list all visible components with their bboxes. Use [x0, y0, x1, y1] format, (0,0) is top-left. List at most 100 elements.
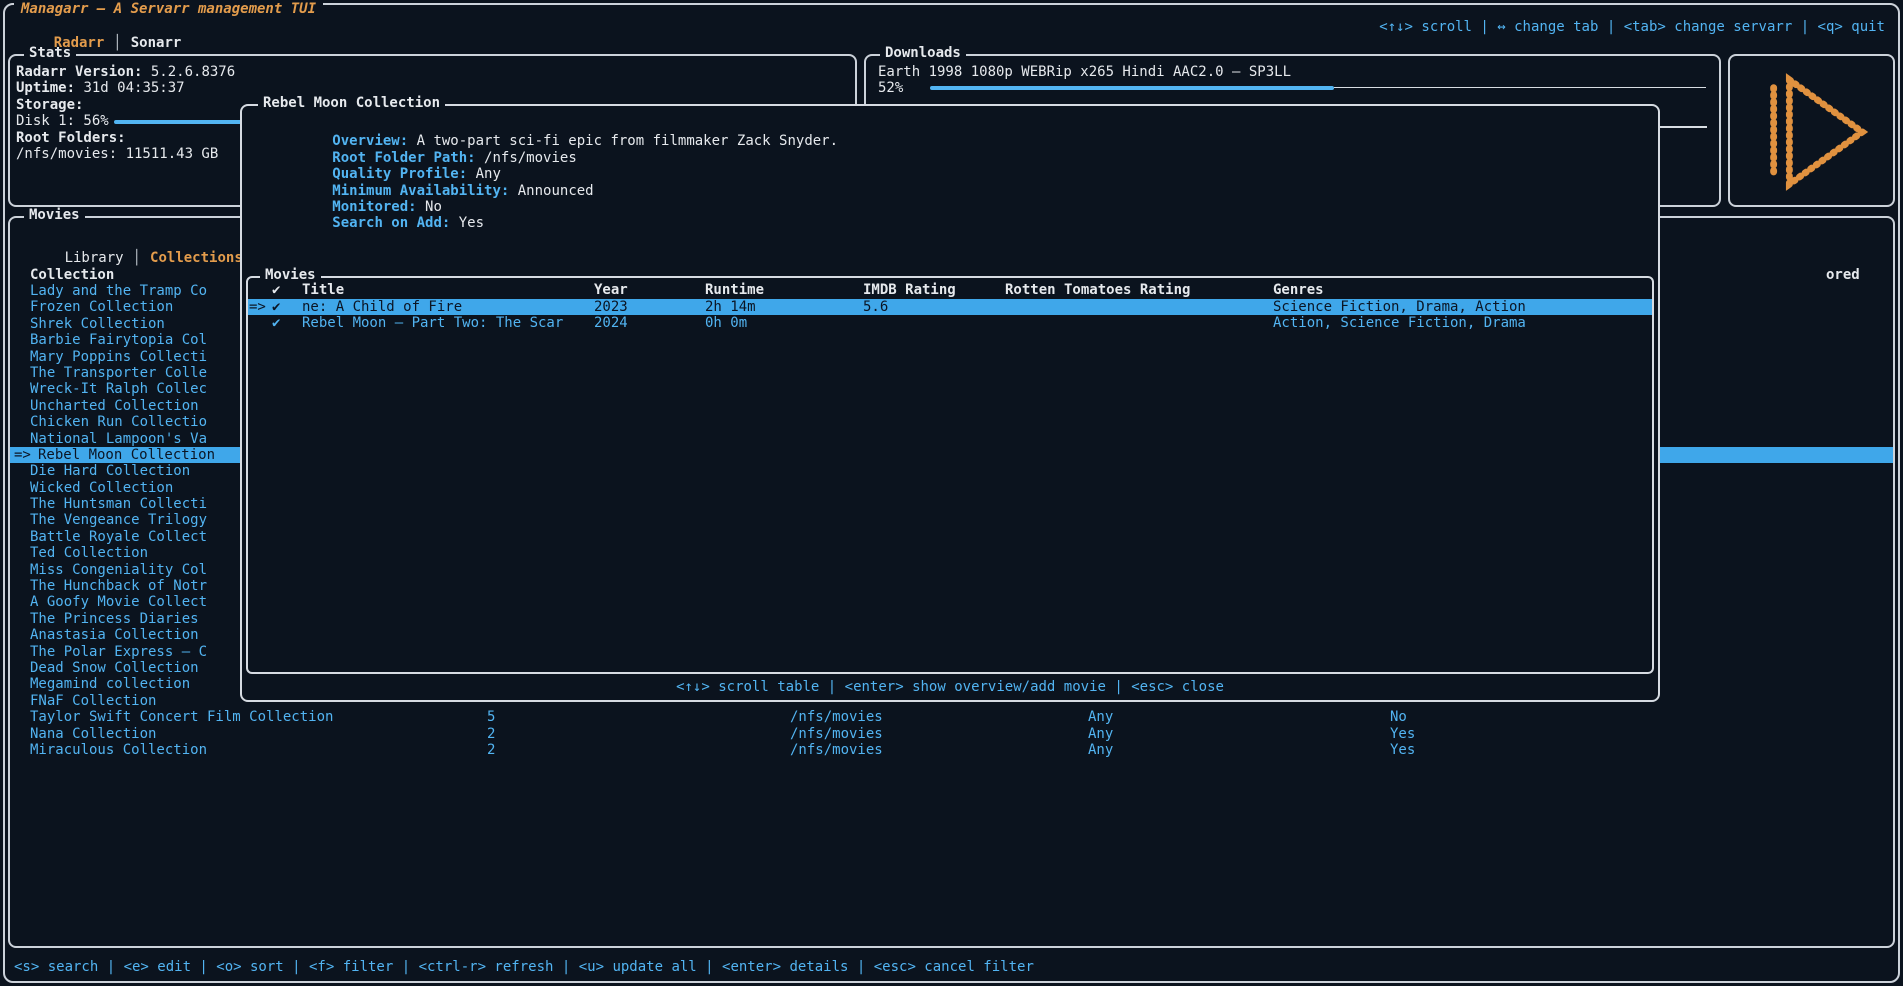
collection-name: Wreck-It Ralph Collec — [30, 381, 207, 397]
collection-name: Megamind collection — [30, 676, 190, 692]
selection-arrow: => — [249, 299, 266, 315]
collection-row[interactable]: Nana Collection 2 /nfs/movies Any Yes — [10, 726, 1893, 742]
collection-name: The Princess Diaries — [30, 611, 199, 627]
detail-field: Overview: A two-part sci-fi epic from fi… — [248, 117, 1652, 133]
collection-name: Taylor Swift Concert Film Collection — [30, 709, 333, 725]
managarr-app: Managarr – A Servarr management TUI Rada… — [0, 0, 1903, 986]
logo-panel — [1728, 54, 1895, 207]
movie-genres: Science Fiction, Drama, Action — [1273, 299, 1526, 315]
collection-name: Mary Poppins Collecti — [30, 349, 207, 365]
collection-row[interactable]: Miraculous Collection 2 /nfs/movies Any … — [10, 742, 1893, 758]
collection-monitored: Yes — [1390, 742, 1415, 758]
tab-separator: │ — [113, 35, 121, 51]
detail-field-value: Announced — [518, 183, 594, 199]
movies-table-rows: => ✔ ne: A Child of Fire 2023 2h 14m 5.6… — [248, 299, 1652, 332]
collection-row[interactable]: Taylor Swift Concert Film Collection 5 /… — [10, 709, 1893, 725]
collection-name: FNaF Collection — [30, 693, 156, 709]
movie-runtime: 0h 0m — [705, 315, 747, 331]
detail-field-value: A two-part sci-fi epic from filmmaker Za… — [417, 133, 838, 149]
header-title: Title — [302, 282, 344, 298]
detail-field-value: Any — [476, 166, 501, 182]
collection-movie-count: 5 — [487, 709, 495, 725]
movie-year: 2023 — [594, 299, 628, 315]
managarr-play-logo-icon — [1750, 68, 1878, 200]
collection-name: Barbie Fairytopia Col — [30, 332, 207, 348]
collection-quality-profile: Any — [1088, 726, 1113, 742]
movie-row[interactable]: ✔ Rebel Moon – Part Two: The Scar 2024 0… — [248, 315, 1652, 331]
collection-name: Chicken Run Collectio — [30, 414, 207, 430]
movie-runtime: 2h 14m — [705, 299, 756, 315]
collection-name: Dead Snow Collection — [30, 660, 199, 676]
monitored-check-icon: ✔ — [272, 299, 280, 315]
collection-detail-fields: Overview: A two-part sci-fi epic from fi… — [248, 117, 1652, 215]
movie-title: Rebel Moon – Part Two: The Scar — [302, 315, 563, 331]
collection-name: Shrek Collection — [30, 316, 165, 332]
keybind-hints-top: <↑↓> scroll | ↔ change tab | <tab> chang… — [1379, 19, 1885, 35]
detail-field-label: Search on Add: — [332, 215, 450, 231]
collection-name: The Vengeance Trilogy — [30, 512, 207, 528]
selection-arrow: => — [14, 447, 31, 463]
download-item-title: Earth 1998 1080p WEBRip x265 Hindi AAC2.… — [878, 64, 1707, 80]
movie-row[interactable]: => ✔ ne: A Child of Fire 2023 2h 14m 5.6… — [248, 299, 1652, 315]
collection-movie-count: 2 — [487, 726, 495, 742]
stat-uptime-label: Uptime: — [16, 80, 75, 96]
collection-movies-table: Movies ✔ Title Year Runtime IMDB Rating … — [246, 276, 1654, 674]
monitored-check-icon: ✔ — [272, 315, 280, 331]
detail-field-label: Root Folder Path: — [332, 150, 475, 166]
collection-quality-profile: Any — [1088, 742, 1113, 758]
download-progress-track — [1334, 87, 1706, 88]
download-progress-fill — [930, 86, 1334, 90]
movies-table-title: Movies — [260, 267, 321, 283]
detail-field-value: No — [425, 199, 442, 215]
collection-monitored: Yes — [1390, 726, 1415, 742]
header-check: ✔ — [272, 282, 280, 298]
collection-name: The Huntsman Collecti — [30, 496, 207, 512]
tab-library[interactable]: Library — [65, 250, 124, 266]
app-title: Managarr – A Servarr management TUI — [14, 1, 323, 17]
collection-root-folder: /nfs/movies — [790, 726, 883, 742]
collection-name: Rebel Moon Collection — [38, 447, 215, 463]
download-item: Earth 1998 1080p WEBRip x265 Hindi AAC2.… — [878, 64, 1707, 97]
collection-movie-count: 2 — [487, 742, 495, 758]
collection-name: Ted Collection — [30, 545, 148, 561]
download-progress-bar — [930, 86, 1706, 91]
header-rotten-tomatoes: Rotten Tomatoes Rating — [1005, 282, 1190, 298]
header-runtime: Runtime — [705, 282, 764, 298]
header-year: Year — [594, 282, 628, 298]
tab-separator: │ — [133, 250, 141, 266]
movie-title: ne: A Child of Fire — [302, 299, 462, 315]
stat-uptime-value: 31d 04:35:37 — [83, 80, 184, 96]
collection-name: The Hunchback of Notr — [30, 578, 207, 594]
collection-details-modal: Rebel Moon Collection Overview: A two-pa… — [240, 104, 1660, 702]
collection-name: Die Hard Collection — [30, 463, 190, 479]
tab-radarr[interactable]: Radarr — [54, 35, 105, 51]
header-genres: Genres — [1273, 282, 1324, 298]
collection-monitored: No — [1390, 709, 1407, 725]
movie-imdb-rating: 5.6 — [863, 299, 888, 315]
collection-name: A Goofy Movie Collect — [30, 594, 207, 610]
detail-field: Search on Add: Yes — [248, 199, 1652, 215]
servarr-tab-bar: Radarr │ Sonarr — [20, 19, 181, 68]
tab-sonarr[interactable]: Sonarr — [131, 35, 182, 51]
detail-field-label: Quality Profile: — [332, 166, 467, 182]
collection-root-folder: /nfs/movies — [790, 709, 883, 725]
movies-panel-title: Movies — [24, 207, 85, 223]
collection-name: Frozen Collection — [30, 299, 173, 315]
collection-name: Miss Congeniality Col — [30, 562, 207, 578]
detail-field-label: Monitored: — [332, 199, 416, 215]
header-imdb-rating: IMDB Rating — [863, 282, 956, 298]
header-collection: Collection — [30, 267, 114, 283]
keybind-hints-bottom: <s> search | <e> edit | <o> sort | <f> f… — [14, 959, 1034, 975]
collection-name: Nana Collection — [30, 726, 156, 742]
partial-progress-track — [1660, 126, 1707, 128]
collection-name: National Lampoon's Va — [30, 431, 207, 447]
collection-name: Miraculous Collection — [30, 742, 207, 758]
downloads-panel-title: Downloads — [880, 45, 966, 61]
collection-name: Wicked Collection — [30, 480, 173, 496]
modal-title: Rebel Moon Collection — [258, 95, 445, 111]
detail-field-value: /nfs/movies — [484, 150, 577, 166]
keybind-hints-modal: <↑↓> scroll table | <enter> show overvie… — [242, 679, 1658, 695]
movie-year: 2024 — [594, 315, 628, 331]
tab-collections[interactable]: Collections — [150, 250, 243, 266]
collection-name: The Transporter Colle — [30, 365, 207, 381]
